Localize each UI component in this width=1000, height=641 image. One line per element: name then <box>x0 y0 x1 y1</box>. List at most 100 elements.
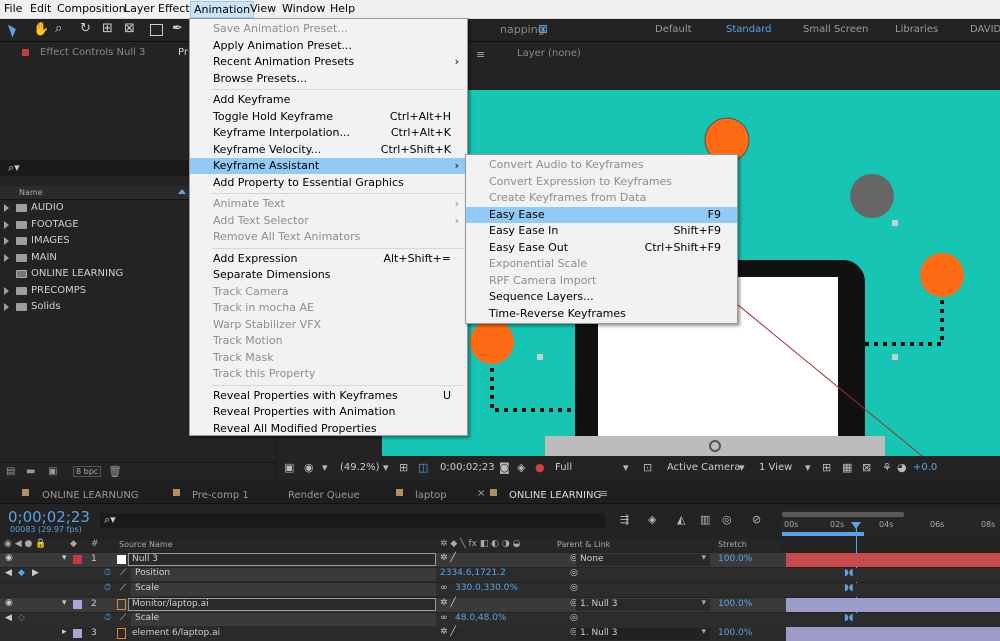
camera-chevron-icon[interactable]: ▾ <box>739 461 745 474</box>
layer-label-color[interactable] <box>73 555 82 564</box>
layer-label-color[interactable] <box>73 629 82 638</box>
time-ruler[interactable]: 00s 02s 04s 06s 08s <box>782 508 1000 536</box>
tab-online-learning[interactable]: ONLINE LEARNING <box>509 490 601 501</box>
snapping-toggle-icon[interactable]: ⊠ <box>538 22 548 36</box>
flowchart-icon[interactable]: ⚘ <box>882 461 892 474</box>
hand-tool-icon[interactable]: ✋ <box>33 22 49 37</box>
column-stretch[interactable]: Stretch <box>718 540 747 549</box>
dropdown-icon[interactable]: ▾ <box>322 461 328 474</box>
exposure-value[interactable]: +0.0 <box>913 462 937 473</box>
keyframe-marker-icon[interactable]: ◗◖ <box>844 568 853 578</box>
workspace-libraries[interactable]: Libraries <box>895 24 938 35</box>
close-tab-icon[interactable]: × <box>477 488 485 499</box>
timeline-icon[interactable]: ⊠ <box>862 461 871 474</box>
menu-item-reveal-properties-with-animation[interactable]: Reveal Properties with Animation <box>190 404 467 420</box>
zoom-level[interactable]: (49.2%) <box>340 462 380 473</box>
new-folder-icon[interactable]: ▬ <box>26 466 35 477</box>
pen-tool-icon[interactable]: ✒ <box>172 21 183 36</box>
add-keyframe-icon[interactable]: ◆ <box>18 568 25 578</box>
work-area-bar[interactable] <box>782 512 904 517</box>
new-composition-icon[interactable]: ▣ <box>48 466 57 477</box>
rotate-tool-icon[interactable]: ↻ <box>80 21 91 36</box>
graph-icon[interactable]: ⟋ <box>120 583 126 593</box>
menu-item-separate-dimensions[interactable]: Separate Dimensions <box>190 267 467 283</box>
menu-layer[interactable]: Layer <box>124 2 155 15</box>
show-snapshot-icon[interactable]: ◈ <box>517 461 525 474</box>
shy-switch-icon[interactable]: ✲ ╱ <box>440 627 456 637</box>
column-parent-link[interactable]: Parent & Link <box>557 540 610 549</box>
expand-chevron-icon[interactable]: ▾ <box>62 598 67 608</box>
menu-window[interactable]: Window <box>282 2 325 15</box>
frame-blending-icon[interactable]: ▥ <box>700 513 710 526</box>
current-time[interactable]: 0;00;02;23 <box>8 508 90 526</box>
shy-switch-icon[interactable]: ✲ ╱ <box>440 553 456 563</box>
parent-dropdown[interactable]: 1. Null 3 ▾ <box>576 598 710 611</box>
add-keyframe-icon[interactable]: ◇ <box>18 613 25 623</box>
tab-effect-controls[interactable]: Effect Controls Null 3 <box>40 47 145 58</box>
expand-chevron-icon[interactable]: ▸ <box>62 627 67 637</box>
menu-item-add-keyframe[interactable]: Add Keyframe <box>190 92 467 108</box>
shy-switch-icon[interactable]: ✲ ╱ <box>440 598 456 608</box>
keyframe-nav-icon[interactable]: ◀ <box>5 613 12 623</box>
resolution-icon[interactable]: ▾ <box>383 461 389 474</box>
reset-exposure-icon[interactable]: ◕ <box>897 461 907 474</box>
menu-item-easy-ease-in[interactable]: Easy Ease In Shift+F9 <box>466 223 737 239</box>
tab-render-queue[interactable]: Render Queue <box>288 490 360 501</box>
menu-item-sequence-layers[interactable]: Sequence Layers... <box>466 289 737 305</box>
stretch-value[interactable]: 100.0% <box>718 628 752 638</box>
expand-arrow-icon[interactable] <box>4 253 9 262</box>
workspace-small-screen[interactable]: Small Screen <box>803 24 868 35</box>
menu-item-easy-ease-out[interactable]: Easy Ease Out Ctrl+Shift+F9 <box>466 240 737 256</box>
graph-editor-icon[interactable]: ⊘ <box>752 513 761 526</box>
menu-item-add-property-to-essential-graphics[interactable]: Add Property to Essential Graphics <box>190 175 467 191</box>
column-name[interactable]: Name <box>19 188 43 197</box>
quality-dropdown[interactable]: Full <box>555 462 572 473</box>
stopwatch-icon[interactable]: ⏱ <box>104 568 111 578</box>
camera-dropdown[interactable]: Active Camera <box>667 462 740 473</box>
menu-composition[interactable]: Composition <box>57 2 126 15</box>
menu-item-time-reverse-keyframes[interactable]: Time-Reverse Keyframes <box>466 306 737 322</box>
menu-item-keyframe-assistant[interactable]: Keyframe Assistant › <box>190 158 467 174</box>
quality-chevron-icon[interactable]: ▾ <box>623 461 629 474</box>
menu-help[interactable]: Help <box>330 2 355 15</box>
expand-chevron-icon[interactable]: ▾ <box>62 553 67 563</box>
tab-layer[interactable]: Layer (none) <box>517 48 581 59</box>
menu-item-toggle-hold-keyframe[interactable]: Toggle Hold Keyframe Ctrl+Alt+H <box>190 109 467 125</box>
playhead-handle-icon[interactable] <box>851 522 861 529</box>
views-dropdown[interactable]: 1 View <box>759 462 792 473</box>
panel-menu-icon[interactable]: ≡ <box>476 48 485 61</box>
pan-behind-tool-icon[interactable]: ⊠ <box>124 21 135 36</box>
camera-tool-icon[interactable]: ⊞ <box>102 21 113 36</box>
menu-item-recent-animation-presets[interactable]: Recent Animation Presets › <box>190 54 467 70</box>
menu-item-reveal-all-modified-properties[interactable]: Reveal All Modified Properties <box>190 421 467 437</box>
expand-arrow-icon[interactable] <box>4 237 9 245</box>
mask-icon[interactable]: ◉ <box>304 461 314 474</box>
visibility-eye-icon[interactable]: ◉ <box>5 598 13 608</box>
constrain-proportions-icon[interactable]: ∞ <box>440 613 448 623</box>
sort-ascending-icon[interactable] <box>178 189 186 194</box>
layer-name[interactable]: element 6/laptop.ai <box>132 628 220 638</box>
stopwatch-icon[interactable]: ⏱ <box>104 583 111 593</box>
visibility-eye-icon[interactable]: ◉ <box>5 553 13 563</box>
menu-item-reveal-properties-with-keyframes[interactable]: Reveal Properties with Keyframes U <box>190 388 467 404</box>
layer-duration-bar[interactable] <box>786 598 1000 612</box>
interpret-footage-icon[interactable]: ▤ <box>6 466 15 477</box>
expand-arrow-icon[interactable] <box>4 220 9 229</box>
expression-pickwhip-icon[interactable]: ◎ <box>570 568 578 578</box>
layer-name-field[interactable]: Null 3 <box>128 553 436 566</box>
expand-arrow-icon[interactable] <box>4 286 9 295</box>
layer-duration-bar[interactable] <box>786 627 1000 641</box>
zoom-tool-icon[interactable]: ⌕ <box>55 21 62 36</box>
menu-item-easy-ease[interactable]: Easy Ease F9 <box>466 206 737 223</box>
tab-pre-comp-1[interactable]: Pre-comp 1 <box>192 490 249 501</box>
channel-icon[interactable]: ● <box>535 461 545 474</box>
timeline-search-input[interactable]: ⌕▾ <box>100 513 605 528</box>
layer-row[interactable]: ◉ ▾ 1 Null 3 ✲ ╱ ◎ None ▾ 100.0% <box>0 553 1000 567</box>
preview-icon[interactable]: ▣ <box>284 461 294 474</box>
stretch-value[interactable]: 100.0% <box>718 554 752 564</box>
menu-file[interactable]: File <box>4 2 22 15</box>
region-of-interest-icon[interactable]: ◫ <box>418 461 428 474</box>
tab-laptop[interactable]: laptop <box>415 490 447 501</box>
menu-animation[interactable]: Animation <box>190 1 255 18</box>
layer-row[interactable]: ◉ ▾ 2 Monitor/laptop.ai ✲ ╱ ◎ 1. Null 3 … <box>0 598 1000 612</box>
